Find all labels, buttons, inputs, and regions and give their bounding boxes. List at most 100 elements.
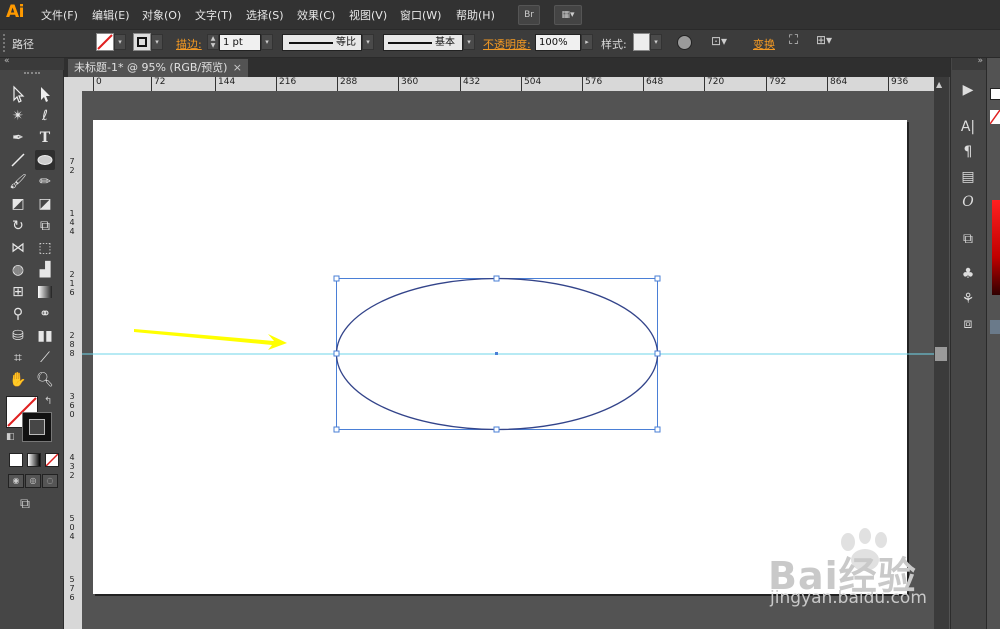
graphic-style-dropdown[interactable]: ▾ — [650, 34, 662, 50]
free-transform-tool-icon[interactable]: ⬚ — [35, 238, 55, 258]
menu-window[interactable]: 窗口(W) — [400, 7, 441, 23]
brushes-panel-icon[interactable]: ⚘ — [956, 289, 980, 309]
color-mode-icon[interactable] — [9, 453, 23, 467]
panel-menu-icon[interactable]: ⊞▾ — [816, 33, 832, 47]
brush-dropdown[interactable]: ▾ — [463, 34, 475, 50]
lasso-tool-icon[interactable]: ℓ — [35, 106, 55, 126]
symbol-sprayer-tool-icon[interactable]: ⛁ — [8, 326, 28, 346]
vertical-ruler[interactable]: 7 2 1 4 4 2 1 6 2 8 8 3 6 0 4 3 2 5 0 4 … — [64, 77, 82, 629]
pen-tool-icon[interactable]: ✒ — [8, 128, 28, 148]
slice-tool-icon[interactable]: ⟋ — [35, 348, 55, 368]
selection-tool-icon[interactable] — [8, 84, 28, 104]
magic-wand-tool-icon[interactable]: ✴ — [8, 106, 28, 126]
none-mode-icon[interactable] — [45, 453, 59, 467]
handle-middle-right[interactable] — [654, 350, 661, 357]
panel-fill-swatch[interactable] — [990, 88, 1000, 100]
horizontal-ruler[interactable]: 0 72 144 216 288 360 432 504 576 648 720… — [82, 77, 934, 91]
isolate-group-icon[interactable]: ⛶ — [789, 33, 798, 48]
direct-selection-tool-icon[interactable] — [35, 84, 55, 104]
panel-none-swatch[interactable] — [989, 109, 1000, 125]
change-screen-mode-icon[interactable]: ⧉ — [20, 496, 30, 512]
blob-brush-tool-icon[interactable]: ◩ — [8, 194, 28, 214]
document-tab[interactable]: 未标题-1* @ 95% (RGB/预览) × — [68, 59, 248, 77]
scrollbar-thumb[interactable] — [935, 347, 947, 361]
profile-dropdown[interactable]: ▾ — [362, 34, 374, 50]
align-panel-icon[interactable]: ▤ — [956, 167, 980, 187]
width-tool-icon[interactable]: ⋈ — [8, 238, 28, 258]
pencil-tool-icon[interactable]: ✏ — [35, 172, 55, 192]
default-fill-stroke-icon[interactable]: ◧ — [6, 432, 15, 442]
stroke-swatch[interactable] — [133, 33, 151, 51]
gradient-tool-icon[interactable] — [35, 282, 55, 302]
handle-middle-left[interactable] — [333, 350, 340, 357]
menu-edit[interactable]: 编辑(E) — [92, 7, 130, 23]
handle-top-left[interactable] — [333, 275, 340, 282]
draw-inside-icon[interactable]: ◌ — [42, 474, 58, 488]
align-to-icon[interactable]: ⊡▾ — [711, 34, 727, 48]
symbols-panel-icon[interactable]: ♣ — [956, 264, 980, 284]
shape-builder-tool-icon[interactable]: ◍ — [8, 260, 28, 280]
hand-tool-icon[interactable]: ✋ — [8, 370, 28, 390]
scroll-up-icon[interactable]: ▲ — [936, 80, 942, 89]
brush-definition-select[interactable]: 基本 — [383, 34, 463, 51]
handle-top-right[interactable] — [654, 275, 661, 282]
handle-bottom-left[interactable] — [333, 426, 340, 433]
menu-file[interactable]: 文件(F) — [41, 7, 78, 23]
play-action-icon[interactable]: ▶ — [956, 80, 980, 100]
fill-dropdown[interactable]: ▾ — [114, 34, 126, 50]
perspective-grid-tool-icon[interactable]: ▟ — [35, 260, 55, 280]
menu-help[interactable]: 帮助(H) — [456, 7, 495, 23]
arrange-documents-button[interactable]: ▦▾ — [554, 5, 582, 25]
character-panel-icon[interactable]: A| — [956, 117, 980, 137]
variable-width-profile-select[interactable]: 等比 — [282, 34, 362, 51]
menu-effect[interactable]: 效果(C) — [297, 7, 335, 23]
line-segment-tool-icon[interactable] — [8, 150, 28, 170]
menu-view[interactable]: 视图(V) — [349, 7, 387, 23]
menu-select[interactable]: 选择(S) — [246, 7, 284, 23]
stroke-weight-dropdown[interactable]: ▾ — [261, 34, 273, 50]
handle-top-middle[interactable] — [493, 275, 500, 282]
panel-dock-header[interactable]: » — [952, 56, 986, 70]
opacity-input[interactable]: 100% — [535, 34, 581, 51]
swap-fill-stroke-icon[interactable]: ↰ — [44, 396, 52, 407]
bridge-button[interactable]: Br — [518, 5, 540, 25]
zoom-tool-icon[interactable]: 🔍︎ — [35, 370, 55, 390]
close-tab-icon[interactable]: × — [233, 59, 242, 77]
type-tool-icon[interactable]: T — [35, 128, 55, 148]
eyedropper-tool-icon[interactable]: ⚲ — [8, 304, 28, 324]
handle-bottom-right[interactable] — [654, 426, 661, 433]
rotate-tool-icon[interactable]: ↻ — [8, 216, 28, 236]
color-spectrum-bar[interactable] — [992, 200, 1000, 295]
stroke-panel-link[interactable]: 描边: — [176, 36, 202, 52]
menu-type[interactable]: 文字(T) — [195, 7, 232, 23]
paintbrush-tool-icon[interactable]: 🖌 — [8, 172, 28, 192]
stroke-weight-stepper[interactable]: ▲ ▼ — [207, 34, 219, 50]
paragraph-panel-icon[interactable]: ¶ — [956, 142, 980, 162]
gradient-mode-icon[interactable] — [27, 453, 41, 467]
layers-panel-tab[interactable] — [990, 320, 1000, 334]
tools-panel-header[interactable]: « — [0, 56, 64, 70]
eraser-tool-icon[interactable]: ◪ — [35, 194, 55, 214]
mesh-tool-icon[interactable]: ⊞ — [8, 282, 28, 302]
opacity-panel-link[interactable]: 不透明度: — [483, 36, 531, 52]
recolor-artwork-icon[interactable] — [677, 35, 692, 50]
artboards-panel-icon[interactable]: ⧈ — [956, 314, 980, 334]
stroke-dropdown[interactable]: ▾ — [151, 34, 163, 50]
draw-normal-icon[interactable]: ◉ — [8, 474, 24, 488]
collapse-icon[interactable]: « — [4, 56, 10, 66]
column-graph-tool-icon[interactable]: ▮▮ — [35, 326, 55, 346]
transform-panel-link[interactable]: 变换 — [753, 36, 775, 52]
opentype-panel-icon[interactable]: O — [956, 192, 980, 212]
tools-panel-grip[interactable] — [24, 72, 40, 76]
ellipse-tool-icon[interactable] — [35, 150, 55, 170]
expand-panels-icon[interactable]: » — [977, 56, 983, 66]
graphic-style-swatch[interactable] — [633, 33, 650, 51]
fill-swatch[interactable] — [96, 33, 114, 51]
opacity-dropdown[interactable]: ▸ — [581, 34, 593, 50]
draw-behind-icon[interactable]: ◎ — [25, 474, 41, 488]
stroke-black-swatch[interactable] — [22, 412, 52, 442]
stroke-weight-input[interactable]: 1 pt — [219, 34, 261, 51]
handle-bottom-middle[interactable] — [493, 426, 500, 433]
menu-object[interactable]: 对象(O) — [142, 7, 181, 23]
blend-tool-icon[interactable]: ⚭ — [35, 304, 55, 324]
